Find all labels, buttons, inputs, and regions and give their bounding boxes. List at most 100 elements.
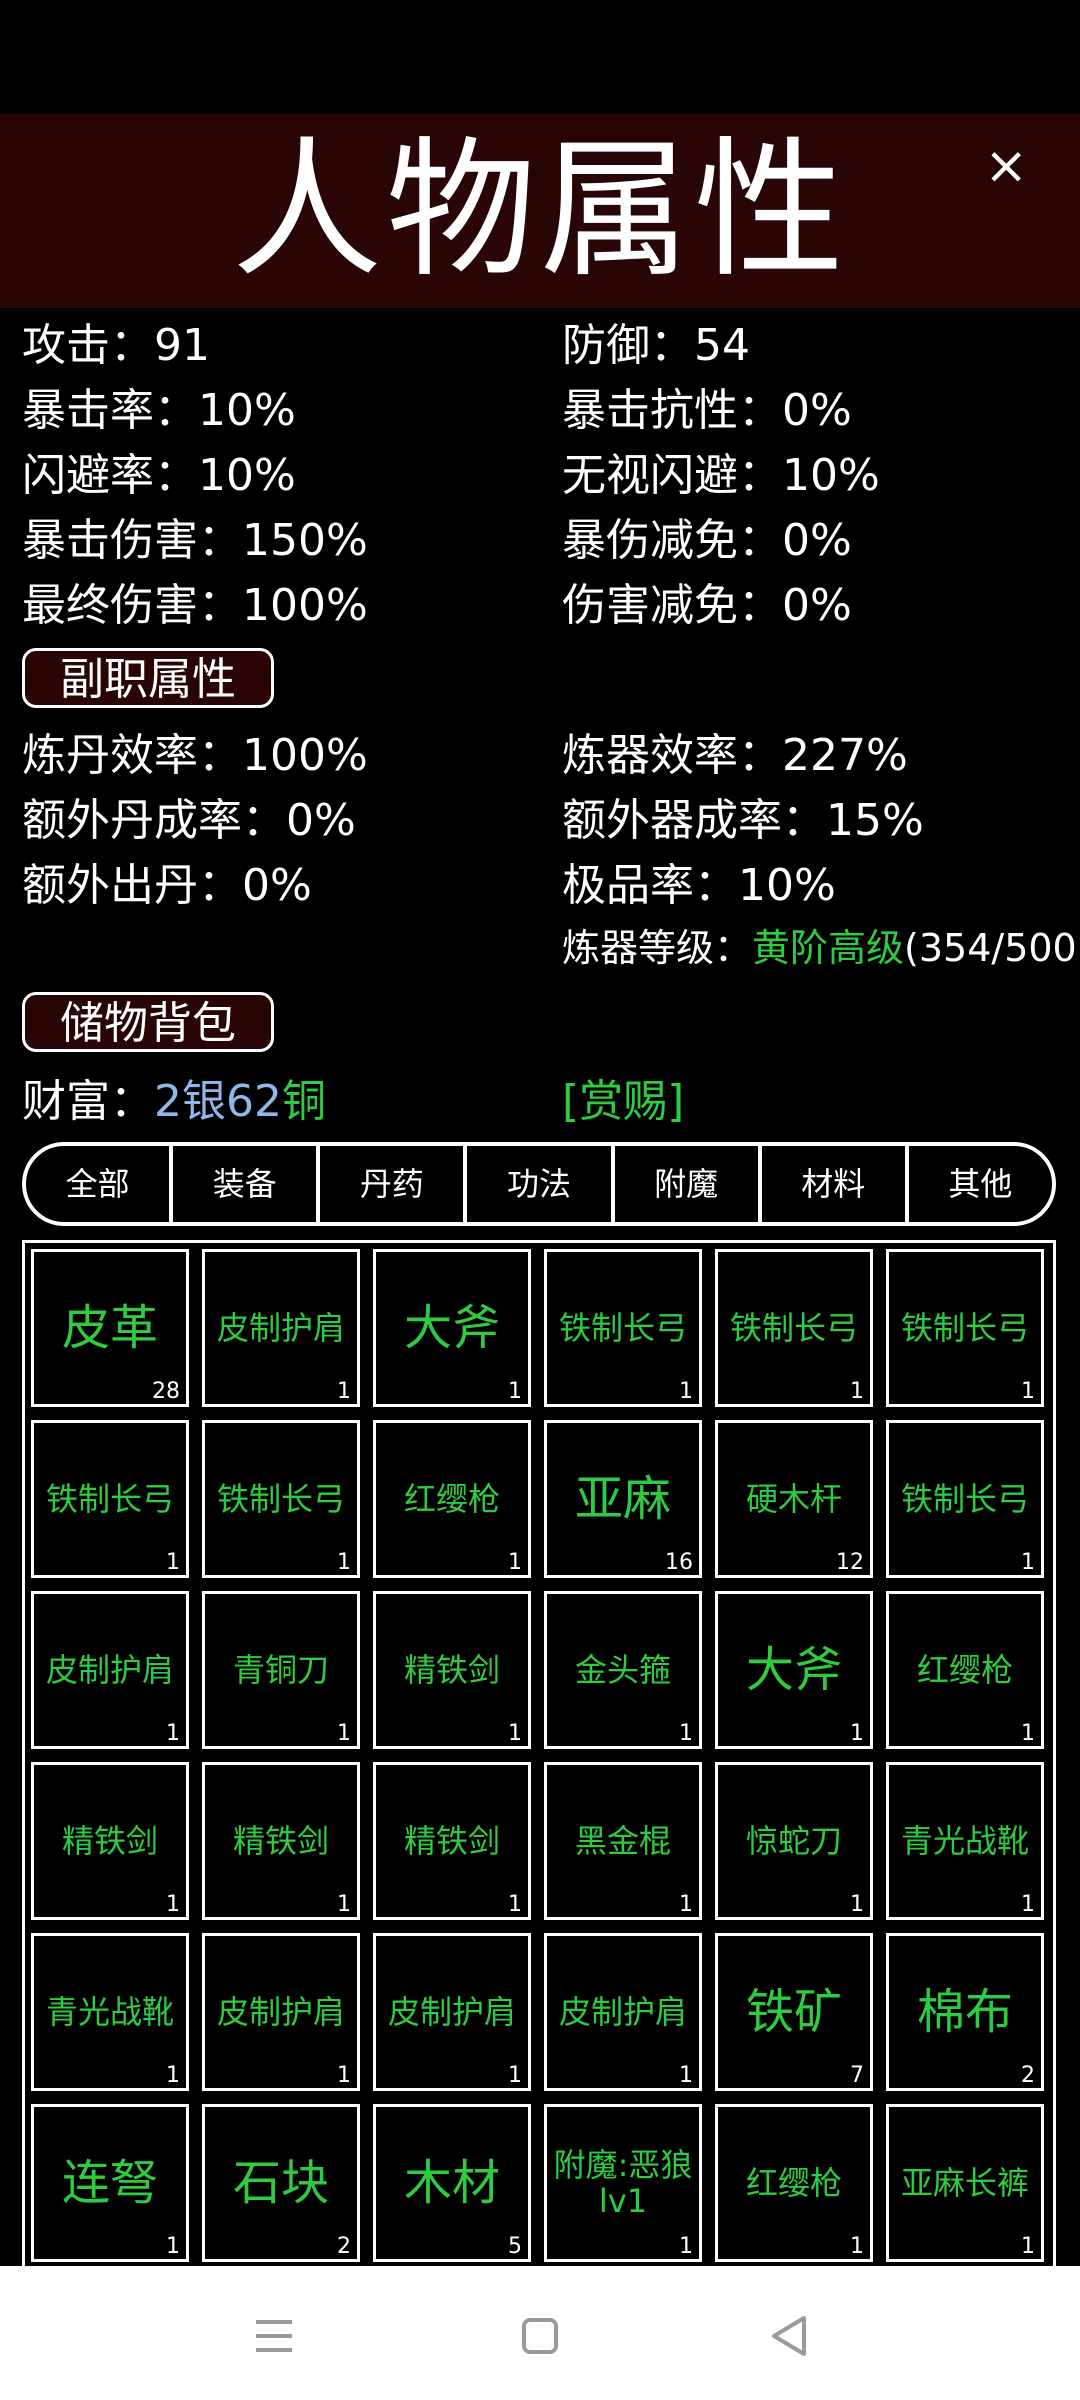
inventory-slot[interactable]: 皮制护肩 1	[202, 1249, 360, 1407]
item-name: 精铁剑	[403, 1822, 500, 1860]
inventory-slot[interactable]: 木材 5	[373, 2104, 531, 2262]
item-count: 1	[508, 2063, 522, 2088]
inventory-slot[interactable]: 皮制护肩 1	[373, 1933, 531, 2091]
tab-pills[interactable]: 丹药	[320, 1146, 468, 1222]
back-triangle-icon[interactable]	[760, 2306, 820, 2366]
stat-extra-forge-rate: 额外器成率：15%	[562, 795, 924, 846]
item-name: 皮制护肩	[216, 1993, 345, 2031]
page-title: 人物属性	[231, 124, 848, 298]
item-name: 硬木杆	[745, 1480, 842, 1518]
inventory-slot[interactable]: 红缨枪 1	[886, 1591, 1044, 1749]
item-count: 2	[337, 2234, 351, 2259]
tab-equipment[interactable]: 装备	[173, 1146, 321, 1222]
inventory-slot[interactable]: 铁制长弓 1	[886, 1249, 1044, 1407]
stat-crit-resist: 暴击抗性：0%	[562, 385, 852, 436]
inventory-slot[interactable]: 棉布 2	[886, 1933, 1044, 2091]
inventory-slot[interactable]: 惊蛇刀 1	[715, 1762, 873, 1920]
inventory-slot[interactable]: 青铜刀 1	[202, 1591, 360, 1749]
system-nav-bar	[0, 2266, 1080, 2400]
inventory-slot[interactable]: 铁制长弓 1	[715, 1249, 873, 1407]
home-square-icon[interactable]	[510, 2306, 570, 2366]
silver-amount: 2	[154, 1076, 182, 1127]
item-name: 红缨枪	[403, 1480, 500, 1518]
inventory-slot[interactable]: 精铁剑 1	[202, 1762, 360, 1920]
item-name: 棉布	[916, 1984, 1013, 2040]
item-count: 1	[1021, 1892, 1035, 1917]
stat-defense: 防御：54	[562, 320, 750, 371]
inventory-slot[interactable]: 皮制护肩 1	[544, 1933, 702, 2091]
item-count: 1	[679, 2063, 693, 2088]
item-count: 1	[166, 1721, 180, 1746]
inventory-slot[interactable]: 石块 2	[202, 2104, 360, 2262]
inventory-slot[interactable]: 连弩 1	[31, 2104, 189, 2262]
item-count: 1	[337, 1721, 351, 1746]
inventory-slot[interactable]: 铁制长弓 1	[544, 1249, 702, 1407]
item-name: 石块	[232, 2155, 329, 2211]
inventory-slot[interactable]: 铁制长弓 1	[202, 1420, 360, 1578]
item-count: 1	[850, 2234, 864, 2259]
inventory-slot[interactable]: 亚麻长裤 1	[886, 2104, 1044, 2262]
stat-extra-pill-rate: 额外丹成率：0%	[22, 795, 356, 846]
item-count: 1	[337, 2063, 351, 2088]
inventory-slot[interactable]: 金头箍 1	[544, 1591, 702, 1749]
item-name: 大斧	[403, 1300, 500, 1356]
item-count: 1	[1021, 1550, 1035, 1575]
menu-icon[interactable]	[244, 2306, 304, 2366]
item-name: 铁制长弓	[558, 1309, 687, 1347]
inventory-slot[interactable]: 铁制长弓 1	[31, 1420, 189, 1578]
inventory-slot[interactable]: 红缨枪 1	[715, 2104, 873, 2262]
close-button[interactable]: ×	[984, 140, 1028, 192]
stat-final-damage: 最终伤害：100%	[22, 580, 368, 631]
item-count: 1	[166, 1550, 180, 1575]
stat-attack: 攻击：91	[22, 320, 210, 371]
inventory-slot[interactable]: 黑金棍 1	[544, 1762, 702, 1920]
inventory-slot[interactable]: 皮制护肩 1	[202, 1933, 360, 2091]
item-count: 1	[508, 1550, 522, 1575]
inventory-slot[interactable]: 精铁剑 1	[373, 1762, 531, 1920]
wealth: 财富：2银62铜	[22, 1072, 326, 1132]
inventory-slot[interactable]: 亚麻 16	[544, 1420, 702, 1578]
inventory-slot[interactable]: 硬木杆 12	[715, 1420, 873, 1578]
inventory-slot[interactable]: 皮革 28	[31, 1249, 189, 1407]
item-count: 1	[679, 1721, 693, 1746]
tab-materials[interactable]: 材料	[762, 1146, 909, 1222]
item-name: 铁制长弓	[900, 1480, 1029, 1518]
item-count: 1	[1021, 2234, 1035, 2259]
item-count: 1	[166, 2234, 180, 2259]
tab-skills[interactable]: 功法	[467, 1146, 615, 1222]
item-name: 青铜刀	[232, 1651, 329, 1689]
inventory-slot[interactable]: 大斧 1	[373, 1249, 531, 1407]
item-count: 1	[1021, 1721, 1035, 1746]
item-name: 惊蛇刀	[745, 1822, 842, 1860]
item-name: 皮革	[61, 1300, 158, 1356]
inventory-slot[interactable]: 红缨枪 1	[373, 1420, 531, 1578]
inventory-slot[interactable]: 铁矿 7	[715, 1933, 873, 2091]
inventory-grid: 皮革 28 皮制护肩 1 大斧 1 铁制长弓 1 铁制长弓 1 铁制长弓 1 铁制长弓 1 铁制长弓 1 红缨枪…	[22, 1240, 1056, 2270]
inventory-slot[interactable]: 青光战靴 1	[31, 1933, 189, 2091]
item-name: 精铁剑	[232, 1822, 329, 1860]
tab-all[interactable]: 全部	[26, 1146, 174, 1222]
inventory-slot[interactable]: 青光战靴 1	[886, 1762, 1044, 1920]
inventory-slot[interactable]: 精铁剑 1	[31, 1762, 189, 1920]
stat-forge-efficiency: 炼器效率：227%	[562, 730, 908, 781]
forge-level-value: 黄阶高级	[752, 926, 905, 970]
item-name: 皮制护肩	[216, 1309, 345, 1347]
secondary-attributes-header: 副职属性	[22, 648, 274, 708]
tab-enchant[interactable]: 附魔	[615, 1146, 762, 1222]
inventory-slot[interactable]: 铁制长弓 1	[886, 1420, 1044, 1578]
item-name: 铁制长弓	[900, 1309, 1029, 1347]
item-name: 附魔:恶狼lv1	[553, 2146, 693, 2220]
tab-other[interactable]: 其他	[909, 1146, 1052, 1222]
reward-link[interactable]: [赏赐]	[562, 1072, 684, 1132]
inventory-slot[interactable]: 皮制护肩 1	[31, 1591, 189, 1749]
item-count: 1	[1021, 1379, 1035, 1404]
item-count: 1	[850, 1892, 864, 1917]
inventory-header: 储物背包	[22, 992, 274, 1052]
stat-alchemy-efficiency: 炼丹效率：100%	[22, 730, 368, 781]
inventory-slot[interactable]: 精铁剑 1	[373, 1591, 531, 1749]
item-count: 5	[508, 2234, 522, 2259]
item-count: 7	[850, 2063, 864, 2088]
wealth-label: 财富：	[22, 1076, 154, 1127]
inventory-slot[interactable]: 大斧 1	[715, 1591, 873, 1749]
inventory-slot[interactable]: 附魔:恶狼lv1 1	[544, 2104, 702, 2262]
